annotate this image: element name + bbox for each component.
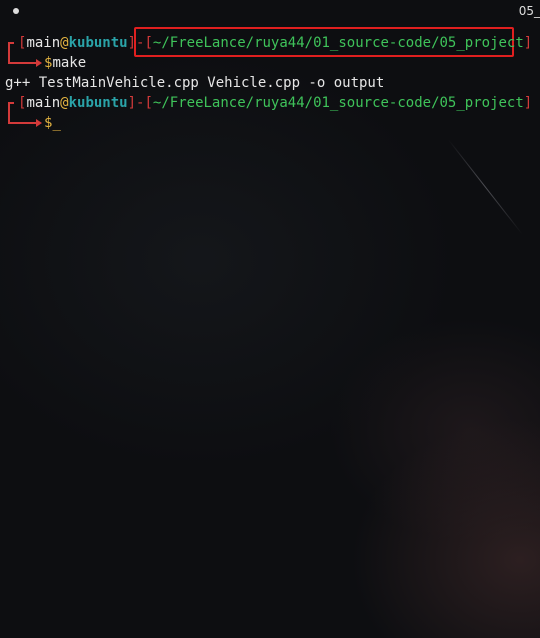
prompt2-user: main	[26, 95, 61, 111]
bracket-close: ]	[127, 95, 137, 111]
prompt2-line: [main@kubuntu]-[~/FreeLance/ruya44/01_so…	[0, 93, 540, 113]
text-cursor: _	[52, 115, 61, 131]
tab-indicator-dot[interactable]	[13, 8, 19, 14]
terminal-output[interactable]: [main@kubuntu]-[~/FreeLance/ruya44/01_so…	[0, 33, 540, 133]
prompt1-command-line: $make	[0, 53, 540, 73]
prompt2-host: kubuntu	[68, 95, 128, 111]
prompt1-line: [main@kubuntu]-[~/FreeLance/ruya44/01_so…	[0, 33, 540, 53]
bracket-open: [	[144, 95, 153, 111]
prompt1-path: ~/FreeLance/ruya44/01_source-code/05_pro…	[152, 35, 524, 51]
prompt2-input-line[interactable]: $_	[0, 113, 540, 133]
prompt1-command: make	[52, 55, 87, 71]
top-right-label: 05_	[518, 4, 540, 18]
output-line: g++ TestMainVehicle.cpp Vehicle.cpp -o o…	[0, 73, 540, 93]
prompt2-at: @	[60, 95, 69, 111]
bracket-close: ]	[523, 35, 533, 51]
bracket-close: ]	[523, 95, 533, 111]
prompt1-user: main	[26, 35, 61, 51]
top-bar: 05_	[0, 0, 540, 24]
bracket-close: ]	[127, 35, 137, 51]
prompt1-host: kubuntu	[68, 35, 128, 51]
prompt1-at: @	[60, 35, 69, 51]
bracket-open: [	[144, 35, 153, 51]
prompt2-path: ~/FreeLance/ruya44/01_source-code/05_pro…	[152, 95, 524, 111]
output-text: g++ TestMainVehicle.cpp Vehicle.cpp -o o…	[5, 75, 385, 91]
